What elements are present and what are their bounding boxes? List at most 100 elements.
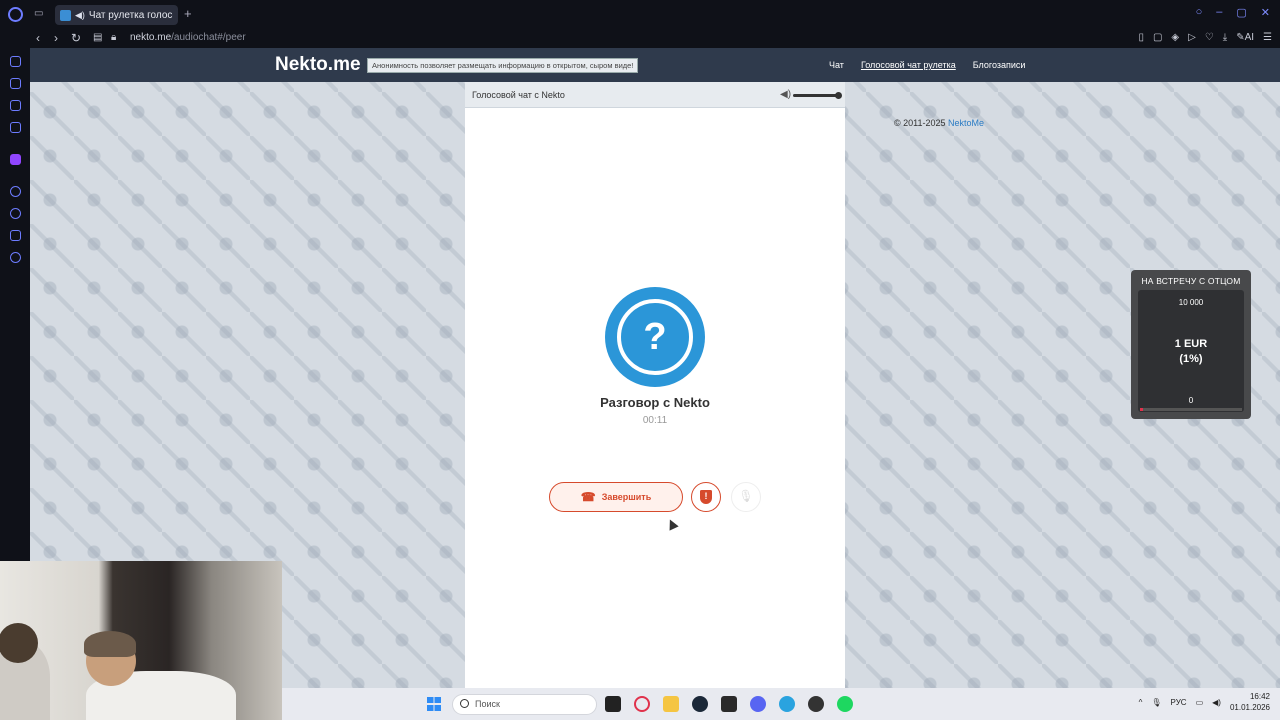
site-logo[interactable]: Nekto.me (275, 54, 361, 76)
system-tray: ^ 🎙︎ РУС ▭ ◀) 16:42 01.01.2026 (1139, 691, 1270, 713)
clock-time: 16:42 (1249, 692, 1270, 701)
site-favicon-icon (60, 9, 71, 21)
footer-link[interactable]: NektoMe (948, 118, 984, 128)
windows-taskbar: Поиск ^ 🎙︎ РУС ▭ ◀) 16:42 01.01.2026 (282, 688, 1280, 720)
maximize-button[interactable]: ▢ (1236, 6, 1246, 19)
forward-icon[interactable]: › (54, 30, 58, 46)
network-icon[interactable]: ▭ (1196, 698, 1204, 707)
clock-date: 01.01.2026 (1229, 703, 1270, 712)
sidebar-games-icon[interactable] (10, 100, 21, 111)
voice-chat-panel: Голосовой чат с Nekto ◀) ? Разговор с Ne… (465, 82, 845, 688)
panel-title: Голосовой чат с Nekto (472, 90, 565, 100)
sidebar-settings-icon[interactable] (10, 252, 21, 263)
nav-chat[interactable]: Чат (829, 60, 844, 70)
tab-title: Чат рулетка голосова (88, 9, 173, 21)
search-icon (460, 699, 469, 708)
reload-icon[interactable]: ↻ (71, 30, 81, 46)
toolbar-icons: ▯ ▢ ◈ ▷ ♡ ⤓ ✎AI ☰ (1138, 31, 1272, 45)
lock-icon[interactable]: 🔒︎ (111, 30, 116, 46)
steam-icon[interactable] (692, 696, 708, 712)
url-path: /audiochat#/peer (171, 32, 246, 43)
sidebar-twitch-icon[interactable] (10, 154, 21, 165)
sidebar-extensions-icon[interactable] (10, 230, 21, 241)
minimize-button[interactable]: – (1216, 6, 1222, 19)
end-call-label: Завершить (601, 492, 652, 502)
obs-icon[interactable] (808, 696, 824, 712)
search-placeholder: Поиск (475, 699, 500, 709)
nav-voice-roulette[interactable]: Голосовой чат рулетка (861, 60, 956, 70)
opera-menu-icon[interactable] (8, 7, 23, 22)
telegram-icon[interactable] (779, 696, 795, 712)
copyright-text: © 2011-2025 (894, 118, 946, 128)
back-icon[interactable]: ‹ (36, 30, 40, 46)
sidebar-messenger-icon[interactable] (10, 122, 21, 133)
new-tab-button[interactable]: + (184, 6, 192, 22)
conversation-title: Разговор с Nekto (600, 395, 710, 410)
close-icon[interactable]: ✕ (1261, 6, 1270, 19)
heart-icon[interactable]: ♡ (1205, 31, 1214, 45)
address-bar: ‹ › ↻ ▤ 🔒︎ nekto.me/audiochat#/peer ▯ ▢ … (0, 28, 1280, 48)
donation-box: 10 000 1 EUR (1%) 0 (1138, 290, 1244, 412)
sidebar-aria-icon[interactable] (10, 56, 21, 67)
downloads-icon[interactable]: ⤓ (1223, 31, 1227, 45)
vpn-icon[interactable]: ◈ (1171, 31, 1179, 45)
discord-icon[interactable] (750, 696, 766, 712)
top-nav: Чат Голосовой чат рулетка Блогозаписи (829, 60, 1025, 70)
player-icon[interactable]: ▷ (1188, 31, 1196, 45)
clock[interactable]: 16:42 01.01.2026 (1230, 691, 1270, 713)
shield-icon: ! (700, 490, 712, 504)
report-button[interactable]: ! (691, 482, 721, 512)
tray-mic-icon[interactable]: 🎙︎ (1151, 698, 1161, 707)
donation-amount: 1 EUR (1174, 338, 1208, 350)
tab-switcher-icon[interactable]: ▭ (34, 8, 46, 20)
microphone-icon: 🎙︎ (738, 489, 754, 503)
site-info-icon[interactable]: ▤ (93, 30, 102, 46)
browser-tab[interactable]: ◀) Чат рулетка голосова (55, 5, 178, 25)
snapshot-icon[interactable]: ▢ (1153, 31, 1162, 45)
end-call-button[interactable]: ☎ Завершить (549, 482, 683, 512)
donation-progress-bar (1140, 408, 1242, 411)
spotify-icon[interactable] (837, 696, 853, 712)
file-explorer-icon[interactable] (663, 696, 679, 712)
panel-header: Голосовой чат с Nekto ◀) (465, 82, 845, 108)
tray-expand-icon[interactable]: ^ (1139, 698, 1143, 707)
donation-goal: 10 000 (1178, 298, 1204, 307)
taskbar-search[interactable]: Поиск (452, 694, 597, 715)
url-host: nekto.me (130, 32, 172, 43)
sidebar-history-icon[interactable] (10, 208, 21, 219)
volume-icon[interactable]: ◀) (780, 89, 791, 100)
donation-progress-fill (1140, 408, 1144, 411)
window-controls: ○ – ▢ ✕ (1196, 6, 1270, 19)
donation-goal-widget: НА ВСТРЕЧУ С ОТЦОМ 10 000 1 EUR (1%) 0 (1131, 270, 1251, 419)
site-header: Nekto.me Анонимность позволяет размещать… (30, 48, 1280, 82)
webcam-overlay (0, 561, 282, 720)
volume-slider-handle[interactable] (835, 92, 842, 99)
volume-slider[interactable] (793, 94, 838, 97)
mute-mic-button[interactable]: 🎙︎ (731, 482, 761, 512)
site-tagline: Анонимность позволяет размещать информац… (367, 58, 639, 73)
tab-audio-icon[interactable]: ◀) (75, 10, 85, 21)
partner-avatar: ? (605, 287, 705, 387)
ai-icon[interactable]: ✎AI (1236, 31, 1254, 45)
donation-percent: (1%) (1179, 353, 1203, 365)
copyright: © 2011-2025 NektoMe (894, 118, 984, 128)
sidebar-crypto-icon[interactable] (10, 78, 21, 89)
windows-start-icon[interactable] (427, 697, 441, 711)
search-tabs-icon[interactable]: ○ (1196, 6, 1203, 19)
url-field[interactable]: nekto.me/audiochat#/peer (130, 31, 246, 45)
hang-up-icon: ☎ (580, 490, 596, 504)
language-indicator[interactable]: РУС (1171, 698, 1187, 707)
webcam-hair-right (84, 631, 136, 657)
call-timer: 00:11 (642, 415, 668, 426)
nav-blog[interactable]: Блогозаписи (973, 60, 1026, 70)
question-mark-icon: ? (617, 299, 693, 375)
donation-title: НА ВСТРЕЧУ С ОТЦОМ (1141, 276, 1241, 286)
sidebar-player-icon[interactable] (10, 186, 21, 197)
opera-browser-icon[interactable] (634, 696, 650, 712)
donation-start: 0 (1188, 396, 1194, 405)
volume-tray-icon[interactable]: ◀) (1212, 698, 1221, 707)
task-view-icon[interactable] (605, 696, 621, 712)
epic-games-icon[interactable] (721, 696, 737, 712)
menu-icon[interactable]: ☰ (1263, 31, 1272, 45)
bookmark-icon[interactable]: ▯ (1138, 31, 1144, 45)
